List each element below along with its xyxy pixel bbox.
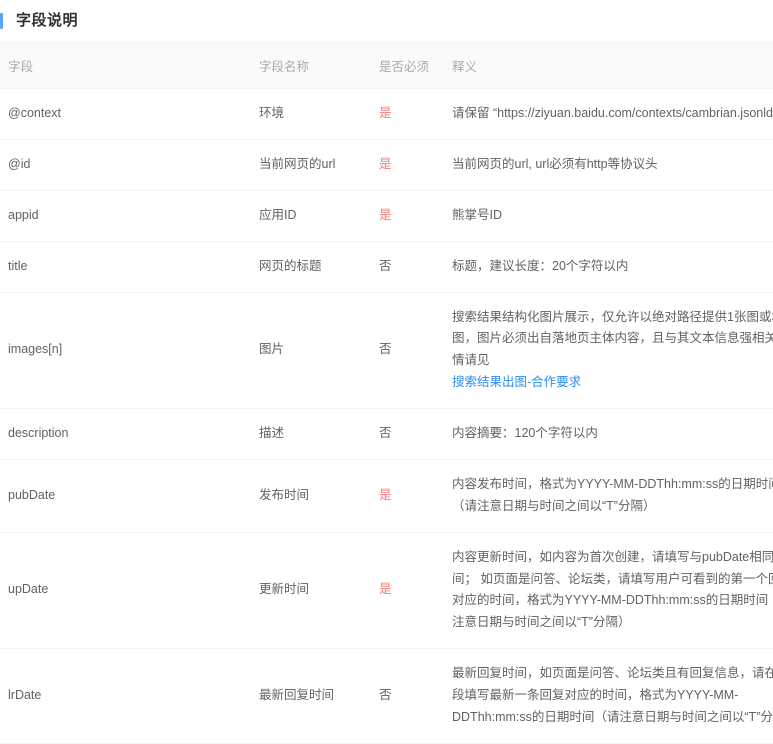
cell-field-name: 发布时间 [259, 459, 379, 533]
table-row: upDate 更新时间是内容更新时间，如内容为首次创建，请填写与pubDate相同… [0, 532, 773, 650]
field-description-table: 字段 字段名称 是否必须 释义 @context 环境是请保留 “https://… [0, 42, 773, 744]
cell-field-key: appid [0, 190, 259, 242]
description-text: 内容摘要：120个字符以内 [452, 426, 598, 440]
cell-field-key: images[n] [0, 292, 259, 409]
cell-description: 最新回复时间，如页面是问答、论坛类且有回复信息，请在此字段填写最新一条回复对应的… [452, 648, 773, 744]
section-header: 字段说明 [0, 0, 773, 42]
column-header-description: 释义 [452, 42, 773, 89]
cell-description: 内容更新时间，如内容为首次创建，请填写与pubDate相同的时间； 如页面是问答… [452, 532, 773, 650]
table-row: images[n] 图片否搜索结果结构化图片展示，仅允许以绝对路径提供1张图或3张… [0, 292, 773, 409]
description-text: 内容发布时间，格式为YYYY-MM-DDThh:mm:ss的日期时间（请注意日期… [452, 476, 773, 513]
description-link[interactable]: 搜索结果出图-合作要求 [452, 375, 581, 389]
description-text: 最新回复时间，如页面是问答、论坛类且有回复信息，请在此字段填写最新一条回复对应的… [452, 666, 773, 724]
page-container: 字段说明 字段 字段名称 是否必须 释义 @context 环境是请保留 “htt… [0, 0, 773, 744]
cell-required-yes: 是 [379, 139, 452, 191]
cell-field-key: upDate [0, 532, 259, 650]
cell-required-no: 否 [379, 292, 452, 409]
cell-required-no: 否 [379, 648, 452, 744]
cell-required-no: 否 [379, 408, 452, 460]
cell-field-key: title [0, 241, 259, 293]
cell-field-key: pubDate [0, 459, 259, 533]
cell-description: 当前网页的url, url必须有http等协议头 [452, 139, 773, 191]
cell-required-no: 否 [379, 241, 452, 293]
title-accent-bar [0, 13, 3, 29]
table-header: 字段 字段名称 是否必须 释义 [0, 42, 773, 89]
table-row: title 网页的标题否标题，建议长度：20个字符以内 [0, 241, 773, 293]
cell-required-yes: 是 [379, 459, 452, 533]
table-row: @context 环境是请保留 “https://ziyuan.baidu.com… [0, 88, 773, 140]
cell-description: 搜索结果结构化图片展示，仅允许以绝对路径提供1张图或3张图，图片必须出自落地页主… [452, 292, 773, 409]
table-row: pubDate 发布时间是内容发布时间，格式为YYYY-MM-DDThh:mm:s… [0, 459, 773, 533]
cell-field-name: 描述 [259, 408, 379, 460]
cell-description: 熊掌号ID [452, 190, 773, 242]
column-header-field: 字段 [0, 42, 259, 89]
cell-description: 标题，建议长度：20个字符以内 [452, 241, 773, 293]
table-row: @id 当前网页的url 是当前网页的url, url必须有http等协议头 [0, 139, 773, 191]
description-text: 请保留 “https://ziyuan.baidu.com/contexts/c… [452, 106, 773, 120]
cell-field-key: description [0, 408, 259, 460]
description-text: 熊掌号ID [452, 207, 503, 222]
table-row: lrDate 最新回复时间否最新回复时间，如页面是问答、论坛类且有回复信息，请在此… [0, 648, 773, 744]
cell-description: 内容摘要：120个字符以内 [452, 408, 773, 460]
cell-required-yes: 是 [379, 190, 452, 242]
page-title: 字段说明 [16, 12, 79, 29]
cell-description: 请保留 “https://ziyuan.baidu.com/contexts/c… [452, 88, 773, 140]
table-row: description 描述否内容摘要：120个字符以内 [0, 408, 773, 460]
cell-field-name: 应用ID [259, 190, 379, 242]
table-body: @context 环境是请保留 “https://ziyuan.baidu.com… [0, 88, 773, 744]
table-header-row: 字段 字段名称 是否必须 释义 [0, 42, 773, 89]
cell-field-name: 网页的标题 [259, 241, 379, 293]
description-text: 搜索结果结构化图片展示，仅允许以绝对路径提供1张图或3张图，图片必须出自落地页主… [452, 309, 773, 368]
cell-field-name: 图片 [259, 292, 379, 409]
cell-field-name: 更新时间 [259, 532, 379, 650]
cell-field-name: 当前网页的url [259, 139, 379, 191]
column-header-required: 是否必须 [379, 42, 452, 89]
description-text: 内容更新时间，如内容为首次创建，请填写与pubDate相同的时间； 如页面是问答… [452, 549, 773, 630]
table-row: appid 应用ID 是熊掌号ID [0, 190, 773, 242]
cell-field-key: @id [0, 139, 259, 191]
description-text: 标题，建议长度：20个字符以内 [452, 258, 629, 273]
cell-field-name: 最新回复时间 [259, 648, 379, 744]
cell-required-yes: 是 [379, 88, 452, 140]
cell-field-key: lrDate [0, 648, 259, 744]
cell-field-name: 环境 [259, 88, 379, 140]
cell-field-key: @context [0, 88, 259, 140]
column-header-name: 字段名称 [259, 42, 379, 89]
description-text: 当前网页的url, url必须有http等协议头 [452, 156, 658, 171]
cell-description: 内容发布时间，格式为YYYY-MM-DDThh:mm:ss的日期时间（请注意日期… [452, 459, 773, 533]
cell-required-yes: 是 [379, 532, 452, 650]
